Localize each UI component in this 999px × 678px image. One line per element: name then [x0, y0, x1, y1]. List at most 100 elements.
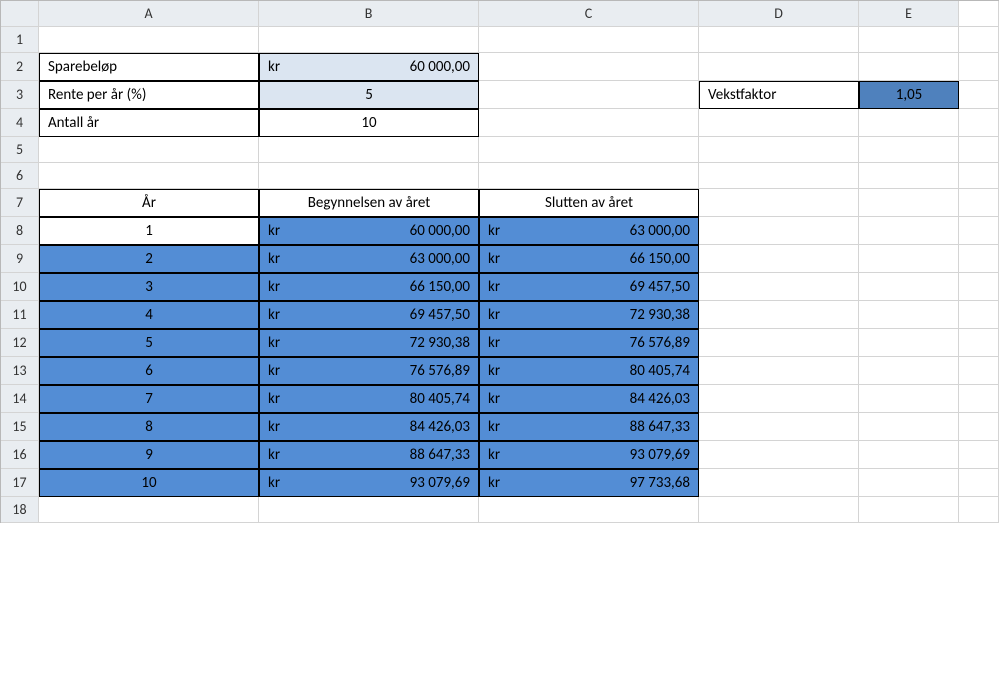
- cell-C11-end[interactable]: kr72 930,38: [479, 301, 699, 329]
- cell-C6[interactable]: [479, 163, 699, 189]
- cell-B17-begin[interactable]: kr93 079,69: [259, 469, 479, 497]
- cell-B1[interactable]: [259, 27, 479, 53]
- cell-A1[interactable]: [39, 27, 259, 53]
- cell-C5[interactable]: [479, 137, 699, 163]
- cell-C2[interactable]: [479, 53, 699, 81]
- cell-B18[interactable]: [259, 497, 479, 523]
- cell-C12-end[interactable]: kr76 576,89: [479, 329, 699, 357]
- row-header-6[interactable]: 6: [1, 163, 39, 189]
- cell-C1[interactable]: [479, 27, 699, 53]
- cell-A15-year[interactable]: 8: [39, 413, 259, 441]
- cell-B11-begin[interactable]: kr69 457,50: [259, 301, 479, 329]
- row-header-8[interactable]: 8: [1, 217, 39, 245]
- row-header-18[interactable]: 18: [1, 497, 39, 523]
- row-header-13[interactable]: 13: [1, 357, 39, 385]
- cell-C16-end[interactable]: kr93 079,69: [479, 441, 699, 469]
- cell-C4[interactable]: [479, 109, 699, 137]
- cell-B12-begin[interactable]: kr72 930,38: [259, 329, 479, 357]
- cell-B16-begin[interactable]: kr88 647,33: [259, 441, 479, 469]
- cell-A6[interactable]: [39, 163, 259, 189]
- cell-A8-year[interactable]: 1: [39, 217, 259, 245]
- cell-D9[interactable]: [699, 245, 859, 273]
- col-header-C[interactable]: C: [479, 1, 699, 27]
- cell-B3-rente-value[interactable]: 5: [259, 81, 479, 109]
- col-header-D[interactable]: D: [699, 1, 859, 27]
- cell-A9-year[interactable]: 2: [39, 245, 259, 273]
- cell-B2-sparebelop-value[interactable]: kr 60 000,00: [259, 53, 479, 81]
- cell-C18[interactable]: [479, 497, 699, 523]
- cell-A5[interactable]: [39, 137, 259, 163]
- cell-E18[interactable]: [859, 497, 959, 523]
- col-header-A[interactable]: A: [39, 1, 259, 27]
- cell-D16[interactable]: [699, 441, 859, 469]
- cell-E4[interactable]: [859, 109, 959, 137]
- row-header-3[interactable]: 3: [1, 81, 39, 109]
- cell-D13[interactable]: [699, 357, 859, 385]
- cell-B6[interactable]: [259, 163, 479, 189]
- cell-C13-end[interactable]: kr80 405,74: [479, 357, 699, 385]
- cell-D12[interactable]: [699, 329, 859, 357]
- col-header-E[interactable]: E: [859, 1, 959, 27]
- cell-A13-year[interactable]: 6: [39, 357, 259, 385]
- cell-D17[interactable]: [699, 469, 859, 497]
- cell-B9-begin[interactable]: kr63 000,00: [259, 245, 479, 273]
- cell-A14-year[interactable]: 7: [39, 385, 259, 413]
- cell-C7-header-end[interactable]: Slutten av året: [479, 189, 699, 217]
- cell-D4[interactable]: [699, 109, 859, 137]
- cell-E14[interactable]: [859, 385, 959, 413]
- cell-A11-year[interactable]: 4: [39, 301, 259, 329]
- row-header-15[interactable]: 15: [1, 413, 39, 441]
- cell-C8-end[interactable]: kr 63 000,00: [479, 217, 699, 245]
- cell-E5[interactable]: [859, 137, 959, 163]
- cell-E15[interactable]: [859, 413, 959, 441]
- cell-E1[interactable]: [859, 27, 959, 53]
- cell-E3-vekstfaktor-value[interactable]: 1,05: [859, 81, 959, 109]
- row-header-14[interactable]: 14: [1, 385, 39, 413]
- cell-D5[interactable]: [699, 137, 859, 163]
- cell-A3-rente-label[interactable]: Rente per år (%): [39, 81, 259, 109]
- row-header-4[interactable]: 4: [1, 109, 39, 137]
- cell-E6[interactable]: [859, 163, 959, 189]
- cell-A2-sparebelop-label[interactable]: Sparebeløp: [39, 53, 259, 81]
- row-header-1[interactable]: 1: [1, 27, 39, 53]
- cell-D2[interactable]: [699, 53, 859, 81]
- cell-E9[interactable]: [859, 245, 959, 273]
- cell-E11[interactable]: [859, 301, 959, 329]
- cell-E2[interactable]: [859, 53, 959, 81]
- cell-C10-end[interactable]: kr69 457,50: [479, 273, 699, 301]
- row-header-7[interactable]: 7: [1, 189, 39, 217]
- cell-D3-vekstfaktor-label[interactable]: Vekstfaktor: [699, 81, 859, 109]
- row-header-11[interactable]: 11: [1, 301, 39, 329]
- row-header-5[interactable]: 5: [1, 137, 39, 163]
- cell-D18[interactable]: [699, 497, 859, 523]
- cell-D11[interactable]: [699, 301, 859, 329]
- cell-C9-end[interactable]: kr66 150,00: [479, 245, 699, 273]
- cell-A16-year[interactable]: 9: [39, 441, 259, 469]
- cell-B4-antall-value[interactable]: 10: [259, 109, 479, 137]
- row-header-10[interactable]: 10: [1, 273, 39, 301]
- cell-B15-begin[interactable]: kr84 426,03: [259, 413, 479, 441]
- cell-E10[interactable]: [859, 273, 959, 301]
- col-header-B[interactable]: B: [259, 1, 479, 27]
- cell-A7-header-year[interactable]: År: [39, 189, 259, 217]
- cell-B13-begin[interactable]: kr76 576,89: [259, 357, 479, 385]
- row-header-12[interactable]: 12: [1, 329, 39, 357]
- cell-B14-begin[interactable]: kr80 405,74: [259, 385, 479, 413]
- cell-D10[interactable]: [699, 273, 859, 301]
- cell-C14-end[interactable]: kr84 426,03: [479, 385, 699, 413]
- cell-D6[interactable]: [699, 163, 859, 189]
- cell-D14[interactable]: [699, 385, 859, 413]
- cell-E17[interactable]: [859, 469, 959, 497]
- cell-D15[interactable]: [699, 413, 859, 441]
- row-header-2[interactable]: 2: [1, 53, 39, 81]
- cell-C15-end[interactable]: kr88 647,33: [479, 413, 699, 441]
- cell-E8[interactable]: [859, 217, 959, 245]
- corner-cell[interactable]: [1, 1, 39, 27]
- cell-B10-begin[interactable]: kr66 150,00: [259, 273, 479, 301]
- cell-B8-begin[interactable]: kr 60 000,00: [259, 217, 479, 245]
- cell-B5[interactable]: [259, 137, 479, 163]
- cell-A4-antall-label[interactable]: Antall år: [39, 109, 259, 137]
- cell-A12-year[interactable]: 5: [39, 329, 259, 357]
- cell-D7[interactable]: [699, 189, 859, 217]
- row-header-17[interactable]: 17: [1, 469, 39, 497]
